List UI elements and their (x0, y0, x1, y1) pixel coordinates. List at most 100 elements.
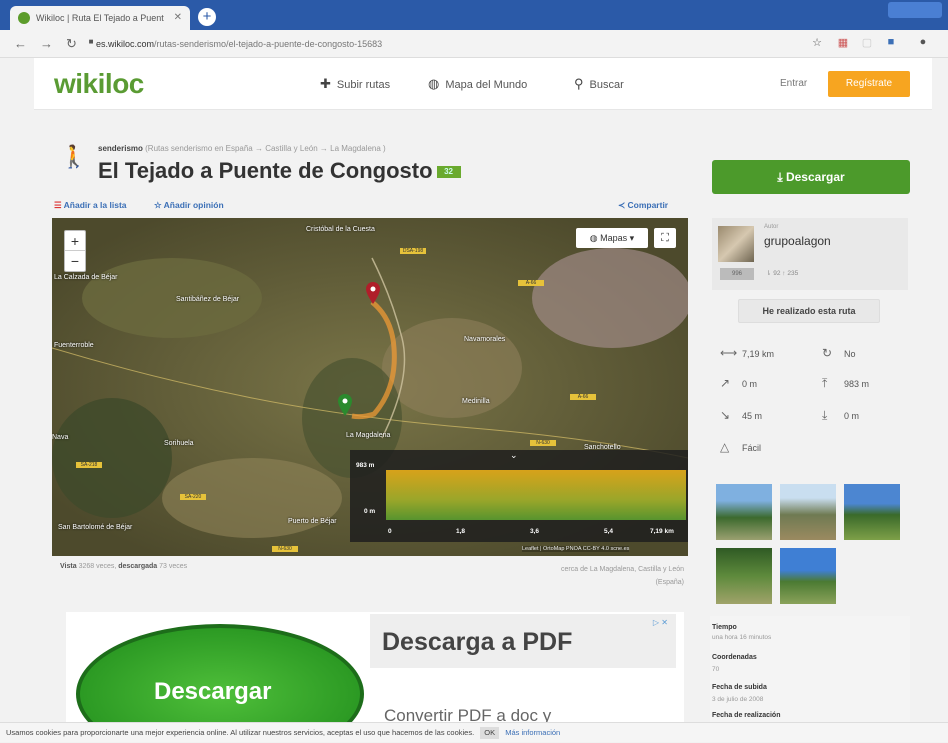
cookie-ok-button[interactable]: OK (480, 727, 500, 739)
map-layer-selector[interactable]: ◍ Mapas ▾ (576, 228, 648, 248)
avatar[interactable] (718, 226, 754, 262)
descent-icon: ↘ (720, 408, 731, 422)
ad-download-button[interactable]: Descargar (154, 678, 271, 706)
window-controls[interactable] (888, 2, 942, 18)
star-icon[interactable]: ☆ (810, 36, 824, 50)
reload-icon[interactable]: ↻ (66, 36, 77, 52)
author-stats: ⇂ 92 ↑ 235 (766, 270, 799, 277)
road-label: A-66 (518, 280, 544, 286)
nav-subir-rutas[interactable]: ✚ Subir rutas (320, 76, 390, 92)
author-card[interactable]: Autor grupoalagon 996 ⇂ 92 ↑ 235 (712, 218, 908, 290)
map-place-label: La Calzada de Béjar (54, 274, 118, 281)
share-icon: ≺ (618, 200, 626, 210)
trail-rank-badge: 32 (436, 166, 461, 179)
elev-tick-label: 5,4 (604, 528, 614, 535)
search-icon: ⚲ (574, 76, 584, 91)
road-label: DSA-198 (400, 248, 426, 254)
map-place-label: Cristóbal de la Cuesta (306, 226, 375, 233)
new-tab-button[interactable]: + (198, 8, 216, 26)
elev-max-label: 983 m (356, 462, 375, 469)
map-place-label: Navamorales (464, 336, 506, 343)
trail-info-panel: Tiempo una hora 16 minutos Coordenadas 7… (710, 616, 910, 726)
site-header: wikiloc ✚ Subir rutas ◍ Mapa del Mundo ⚲ Bu… (34, 58, 932, 110)
map-place-label: Medinilla (462, 398, 490, 405)
author-label: Autor (764, 224, 779, 230)
plus-icon: ✚ (320, 76, 331, 91)
browser-tab[interactable]: Wikiloc | Ruta El Tejado a Puent ✕ (10, 6, 190, 30)
zoom-in-button[interactable]: + (65, 231, 85, 251)
road-label: N-630 (530, 440, 556, 446)
info-value: 70 (712, 666, 720, 673)
info-label: Fecha de realización (712, 712, 781, 719)
zoom-control: + − (64, 230, 86, 272)
wikiloc-logo[interactable]: wikiloc (54, 68, 144, 100)
back-icon[interactable]: ← (14, 36, 27, 51)
download-button[interactable]: ⤓ Descargar (712, 160, 910, 194)
breadcrumb: senderismo (Rutas senderismo en España →… (98, 144, 386, 153)
list-icon: ☰ (54, 200, 62, 210)
address-bar: ← → ↻ ■ es.wikiloc.com/rutas-senderismo/… (0, 30, 948, 58)
trail-photo[interactable] (780, 484, 836, 540)
url-field[interactable]: es.wikiloc.com/rutas-senderismo/el-tejad… (96, 36, 796, 52)
fullscreen-icon[interactable]: ⛶ (654, 228, 676, 248)
trail-photo[interactable] (780, 548, 836, 604)
adchoices-icon[interactable]: ▷ ✕ (653, 618, 668, 627)
map-place-label: San Bartolomé de Béjar (58, 524, 133, 531)
star-icon: ☆ (154, 200, 162, 210)
download-icon: ⤓ (777, 170, 783, 184)
browser-tab-strip: Wikiloc | Ruta El Tejado a Puent ✕ + (0, 0, 948, 30)
map-place-label: La Magdalena (346, 432, 391, 439)
author-badge: 996 (720, 268, 754, 280)
add-opinion-link[interactable]: ☆ Añadir opinión (154, 200, 224, 211)
trail-photo[interactable] (716, 548, 772, 604)
ad-title: Descarga a PDF (382, 628, 573, 656)
road-label: A-66 (570, 394, 596, 400)
loop-icon: ↻ (822, 346, 833, 360)
share-link[interactable]: ≺ Compartir (618, 200, 668, 211)
loop-metric: ↻ No (822, 346, 856, 360)
distance-metric: ⟷ 7,19 km (720, 346, 775, 360)
map-attribution[interactable]: Leaflet | OrtoMap PNOA CC-BY 4.0 scne.es (522, 546, 630, 552)
add-to-list-link[interactable]: ☰ Añadir a la lista (54, 200, 127, 211)
tab-title: Wikiloc | Ruta El Tejado a Puent (36, 13, 164, 23)
info-label: Fecha de subida (712, 684, 767, 691)
cookie-banner: Usamos cookies para proporcionarte una m… (0, 722, 948, 742)
elev-tick-label: 7,19 km (650, 528, 674, 535)
login-link[interactable]: Entrar (780, 78, 807, 89)
trail-photo[interactable] (844, 484, 900, 540)
info-label: Tiempo (712, 624, 737, 631)
start-marker-icon[interactable] (366, 282, 380, 304)
extension-icon[interactable]: ▦ (836, 36, 850, 50)
difficulty-icon: △ (720, 440, 730, 454)
ascent-icon: ↗ (720, 376, 731, 390)
nav-mapa-del-mundo[interactable]: ◍ Mapa del Mundo (428, 76, 527, 92)
ad-headline-box: Descarga a PDF ▷ ✕ (370, 614, 676, 668)
map-place-label: Puerto de Béjar (288, 518, 337, 525)
advertisement[interactable]: Descargar Descarga a PDF ▷ ✕ Convertir P… (66, 612, 684, 730)
trail-stats: Vista 3268 veces, descargada 73 veces (60, 563, 188, 570)
forward-icon[interactable]: → (40, 36, 53, 51)
cookie-more-info-link[interactable]: Más información (505, 728, 560, 737)
elevation-gain-metric: ↗ 0 m (720, 376, 758, 390)
trail-photo[interactable] (716, 484, 772, 540)
done-route-button[interactable]: He realizado esta ruta (738, 299, 880, 323)
elev-min-label: 0 m (364, 508, 376, 515)
extension-icon-2[interactable]: ▢ (860, 36, 874, 50)
ad-download-circle[interactable] (76, 624, 364, 730)
end-marker-icon[interactable] (338, 394, 352, 416)
collapse-chevron-icon[interactable]: ⌄ (510, 450, 518, 461)
zoom-out-button[interactable]: − (65, 251, 85, 271)
extension-icon-3[interactable]: ■ (884, 36, 898, 50)
road-label: N-630 (272, 546, 298, 552)
distance-icon: ⟷ (720, 346, 738, 360)
profile-icon[interactable]: ● (916, 36, 930, 50)
author-name[interactable]: grupoalagon (764, 234, 831, 248)
nav-buscar[interactable]: ⚲ Buscar (574, 76, 624, 92)
trail-map[interactable]: + − ◍ Mapas ▾ ⛶ Cristóbal de la Cuesta L… (52, 218, 688, 556)
register-button[interactable]: Regístrate (828, 71, 910, 97)
info-value: 3 de julio de 2008 (712, 696, 764, 703)
max-altitude-metric: ⤒ 983 m (822, 376, 870, 390)
map-place-label: Sorihuela (164, 440, 194, 447)
elevation-profile[interactable]: ⌄ 983 m 0 m 0 1,8 3,6 5,4 7,19 km (350, 450, 688, 542)
close-tab-icon[interactable]: ✕ (174, 6, 182, 30)
